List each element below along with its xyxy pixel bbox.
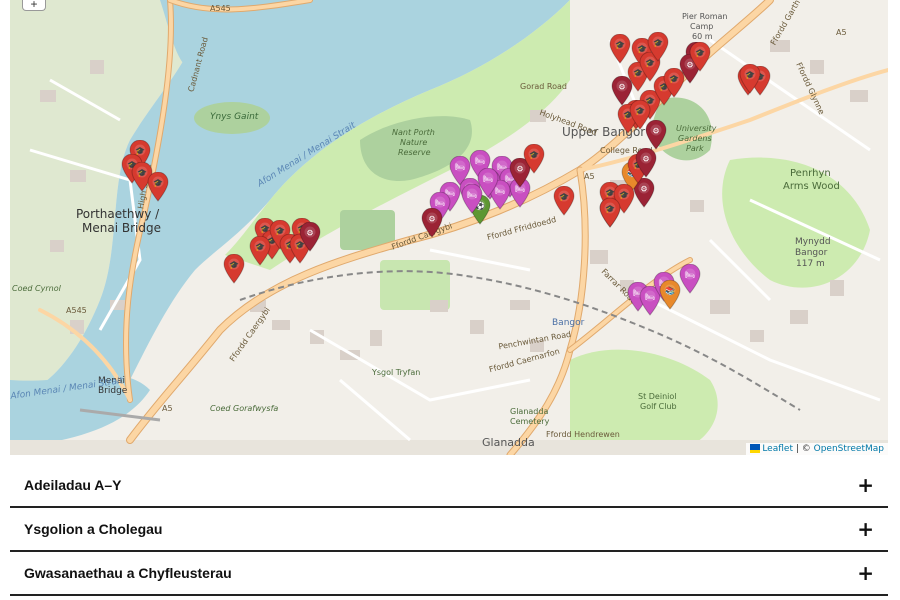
road-label: A5 — [584, 172, 595, 181]
plus-icon[interactable]: + — [857, 475, 874, 495]
svg-text:🛏: 🛏 — [435, 199, 445, 208]
place-label-cemetery: Cemetery — [510, 417, 550, 426]
map-marker-library[interactable]: 📚 — [659, 280, 681, 310]
place-label-menai-bridge: Menai Bridge — [82, 221, 161, 235]
place-label-mynydd-bangor: Bangor — [795, 248, 828, 258]
accordion-item-buildings[interactable]: Adeiladau A–Y + — [10, 464, 888, 508]
map-marker-service[interactable]: ⚙ — [645, 120, 667, 150]
road-label: A545 — [66, 306, 87, 315]
zoom-in-button[interactable]: + — [22, 0, 46, 11]
place-label-gardens: Gardens — [678, 134, 712, 143]
accordion-item-schools[interactable]: Ysgolion a Cholegau + — [10, 508, 888, 552]
place-label-reserve: Reserve — [398, 148, 431, 157]
place-label-st-deiniol: St Deiniol — [638, 392, 677, 401]
ukraine-flag-icon — [750, 444, 761, 453]
road-label: A5 — [836, 28, 847, 37]
svg-text:🛏: 🛏 — [475, 157, 485, 166]
map-marker-education[interactable]: 🎓 — [553, 186, 575, 216]
map-marker-education[interactable]: 🎓 — [599, 198, 621, 228]
svg-text:⚙: ⚙ — [652, 127, 659, 136]
place-label-pier-height: 60 m — [692, 32, 713, 41]
road-label: A545 — [210, 4, 231, 13]
svg-text:🎓: 🎓 — [695, 49, 705, 58]
attribution-separator: | © — [792, 444, 814, 454]
map-marker-education[interactable]: 🎓 — [523, 144, 545, 174]
map-marker-accommodation[interactable]: 🛏 — [679, 264, 701, 294]
svg-text:🎓: 🎓 — [653, 39, 663, 48]
plus-icon[interactable]: + — [857, 563, 874, 583]
svg-text:🛏: 🛏 — [467, 191, 477, 200]
accordion-title: Ysgolion a Cholegau — [24, 521, 163, 537]
place-label-bangor-station: Bangor — [552, 318, 585, 328]
campus-map[interactable]: Porthaethwy / Menai Bridge Upper Bangor … — [10, 0, 888, 455]
road-label: Gorad Road — [520, 82, 567, 91]
svg-text:⚙: ⚙ — [642, 155, 649, 164]
map-marker-service[interactable]: ⚙ — [299, 222, 321, 252]
place-label-penrhyn: Penrhyn — [790, 168, 831, 179]
place-label-arms-wood: Arms Wood — [783, 181, 840, 192]
place-label-park: Park — [686, 144, 704, 153]
svg-text:⚙: ⚙ — [618, 83, 625, 92]
map-marker-education[interactable]: 🎓 — [739, 64, 761, 94]
place-label-pier-roman: Pier Roman — [682, 12, 728, 21]
place-label-university: University — [676, 124, 717, 133]
svg-text:🎓: 🎓 — [635, 107, 645, 116]
road-label: Ffordd Hendrewen — [546, 430, 620, 439]
map-marker-education[interactable]: 🎓 — [223, 254, 245, 284]
openstreetmap-link[interactable]: OpenStreetMap — [814, 444, 884, 454]
svg-text:🎓: 🎓 — [605, 205, 615, 214]
leaflet-link[interactable]: Leaflet — [762, 444, 793, 454]
place-label-glanadda-cemetery: Glanadda — [510, 407, 549, 416]
svg-text:⚙: ⚙ — [306, 229, 313, 238]
place-label-porthaethwy: Porthaethwy / — [76, 207, 160, 221]
place-label-camp: Camp — [690, 22, 714, 31]
map-marker-education[interactable]: 🎓 — [609, 34, 631, 64]
road-label: A5 — [162, 404, 173, 413]
accordion-title: Adeiladau A–Y — [24, 477, 122, 493]
map-marker-education[interactable]: 🎓 — [647, 32, 669, 62]
place-label-glanadda: Glanadda — [482, 436, 535, 449]
place-label-mynydd: Mynydd — [795, 237, 831, 247]
svg-text:📚: 📚 — [665, 287, 675, 296]
place-label-golf-club: Golf Club — [640, 402, 677, 411]
svg-text:🎓: 🎓 — [615, 41, 625, 50]
svg-text:🛏: 🛏 — [455, 163, 465, 172]
accordion: Adeiladau A–Y + Ysgolion a Cholegau + Gw… — [10, 464, 888, 596]
svg-text:🎓: 🎓 — [559, 193, 569, 202]
map-marker-accommodation[interactable]: 🛏 — [477, 168, 499, 198]
map-marker-education[interactable]: 🎓 — [249, 236, 271, 266]
map-marker-service[interactable]: ⚙ — [635, 148, 657, 178]
place-label-nature: Nature — [400, 138, 428, 147]
place-label-nant-porth: Nant Porth — [392, 128, 435, 137]
svg-text:🎓: 🎓 — [529, 151, 539, 160]
svg-text:🎓: 🎓 — [669, 75, 679, 84]
accordion-item-services[interactable]: Gwasanaethau a Chyfleusterau + — [10, 552, 888, 596]
map-marker-education[interactable]: 🎓 — [147, 172, 169, 202]
place-label-ysgol-tryfan: Ysgol Tryfan — [372, 368, 421, 377]
map-marker-education[interactable]: 🎓 — [689, 42, 711, 72]
svg-text:🎓: 🎓 — [745, 71, 755, 80]
plus-icon[interactable]: + — [857, 519, 874, 539]
map-attribution: Leaflet | © OpenStreetMap — [746, 443, 888, 455]
svg-text:🛏: 🛏 — [685, 271, 695, 280]
svg-text:🎓: 🎓 — [229, 261, 239, 270]
svg-text:🎓: 🎓 — [153, 179, 163, 188]
place-label-ynys-gaint: Ynys Gaint — [210, 112, 259, 122]
svg-text:🛏: 🛏 — [483, 175, 493, 184]
svg-text:🎓: 🎓 — [137, 169, 147, 178]
map-marker-service[interactable]: ⚙ — [421, 208, 443, 238]
place-label-coed-cyrnol: Coed Cyrnol — [12, 284, 61, 293]
place-label-coed-gorafwysfa: Coed Gorafwysfa — [210, 404, 279, 413]
svg-text:⚙: ⚙ — [428, 215, 435, 224]
svg-text:🎓: 🎓 — [255, 243, 265, 252]
accordion-title: Gwasanaethau a Chyfleusterau — [24, 565, 232, 581]
place-label-mynydd-height: 117 m — [796, 259, 825, 269]
